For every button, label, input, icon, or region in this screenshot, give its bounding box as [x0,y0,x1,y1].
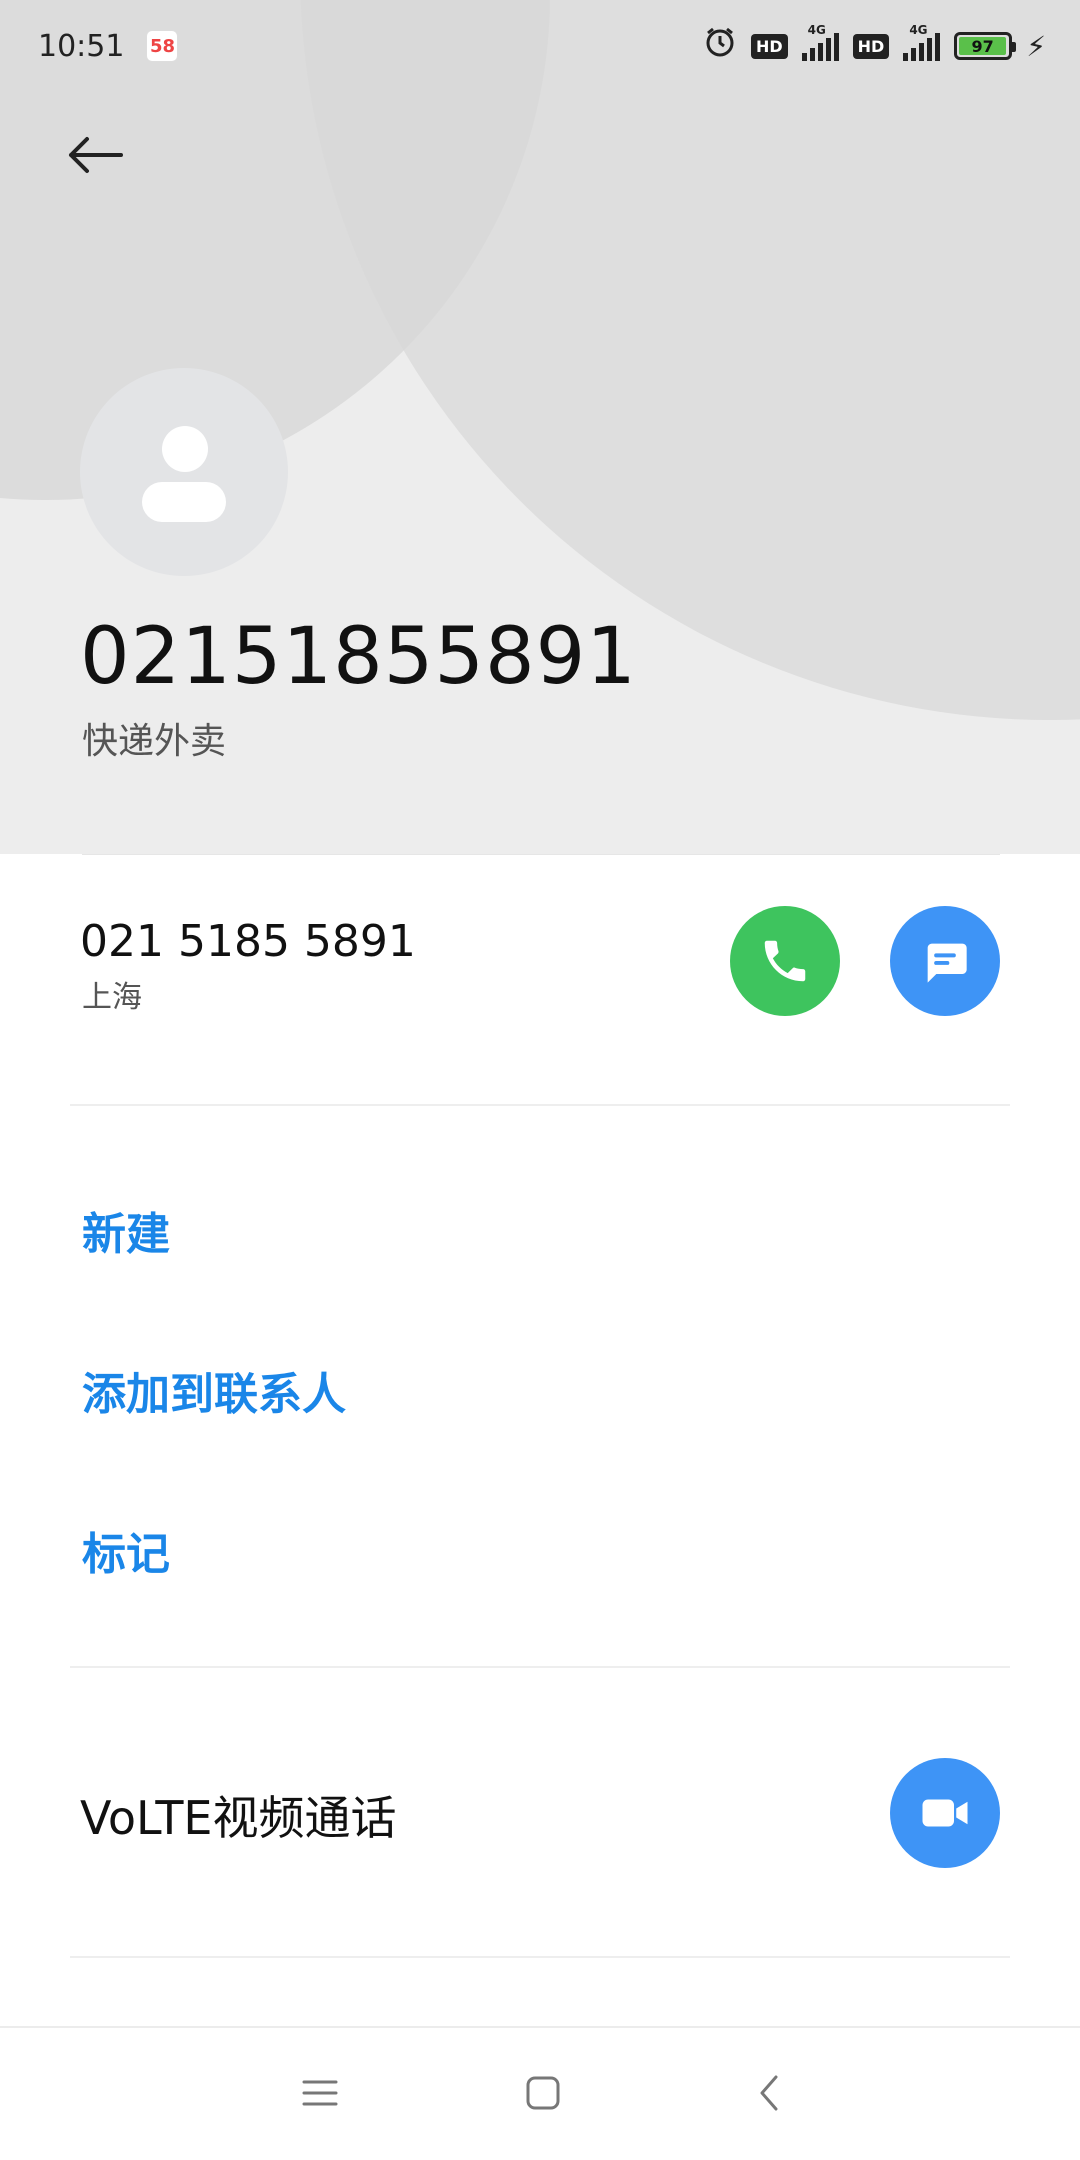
navigation-bar [0,2026,1080,2160]
mark-number-action[interactable]: 标记 [82,1518,170,1582]
avatar-body [142,482,226,522]
avatar-head [162,426,208,472]
phone-number: 021 5185 5891 [80,916,416,967]
phone-icon [764,940,806,982]
phone-location: 上海 [82,980,142,1015]
message-icon [927,943,967,983]
new-contact-action[interactable]: 新建 [82,1198,170,1262]
contact-name: 02151855891 [80,612,637,702]
signal-icon: 4G [903,23,941,61]
app-notification-icon: 58 [146,30,179,62]
video-camera-icon [922,1799,968,1827]
status-time: 10:51 [38,28,125,64]
charging-icon: ⚡ [1026,29,1046,63]
call-button[interactable] [730,906,840,1016]
signal-icon: 4G [801,23,839,61]
volte-video-call-label: VoLTE视频通话 [80,1791,397,1845]
home-square-icon [526,2076,560,2110]
arrow-left-icon [69,137,123,173]
nav-back-button[interactable] [734,2058,804,2128]
network-type: 4G [909,23,928,37]
battery-level: 97 [959,37,1006,56]
status-bar: 10:51 58 HD 4G HD 4G 97 ⚡ [0,0,1080,92]
menu-button[interactable] [285,2058,355,2128]
hd-icon: HD [852,33,890,59]
divider [82,854,1000,855]
divider [70,1956,1010,1958]
alarm-icon [703,25,737,67]
avatar [80,368,288,576]
chevron-left-icon [760,2075,778,2111]
menu-icon [302,2080,338,2106]
divider [70,1104,1010,1106]
divider [70,1666,1010,1668]
network-type: 4G [807,23,826,37]
add-to-contacts-action[interactable]: 添加到联系人 [82,1358,346,1422]
number-row[interactable]: 021 5185 5891 上海 [0,854,1080,1104]
message-button[interactable] [890,906,1000,1016]
contact-tag: 快递外卖 [82,721,227,762]
battery-icon: 97 [954,32,1017,60]
video-call-button[interactable] [890,1758,1000,1868]
home-button[interactable] [508,2058,578,2128]
hd-icon: HD [750,33,788,59]
back-button[interactable] [60,120,130,190]
